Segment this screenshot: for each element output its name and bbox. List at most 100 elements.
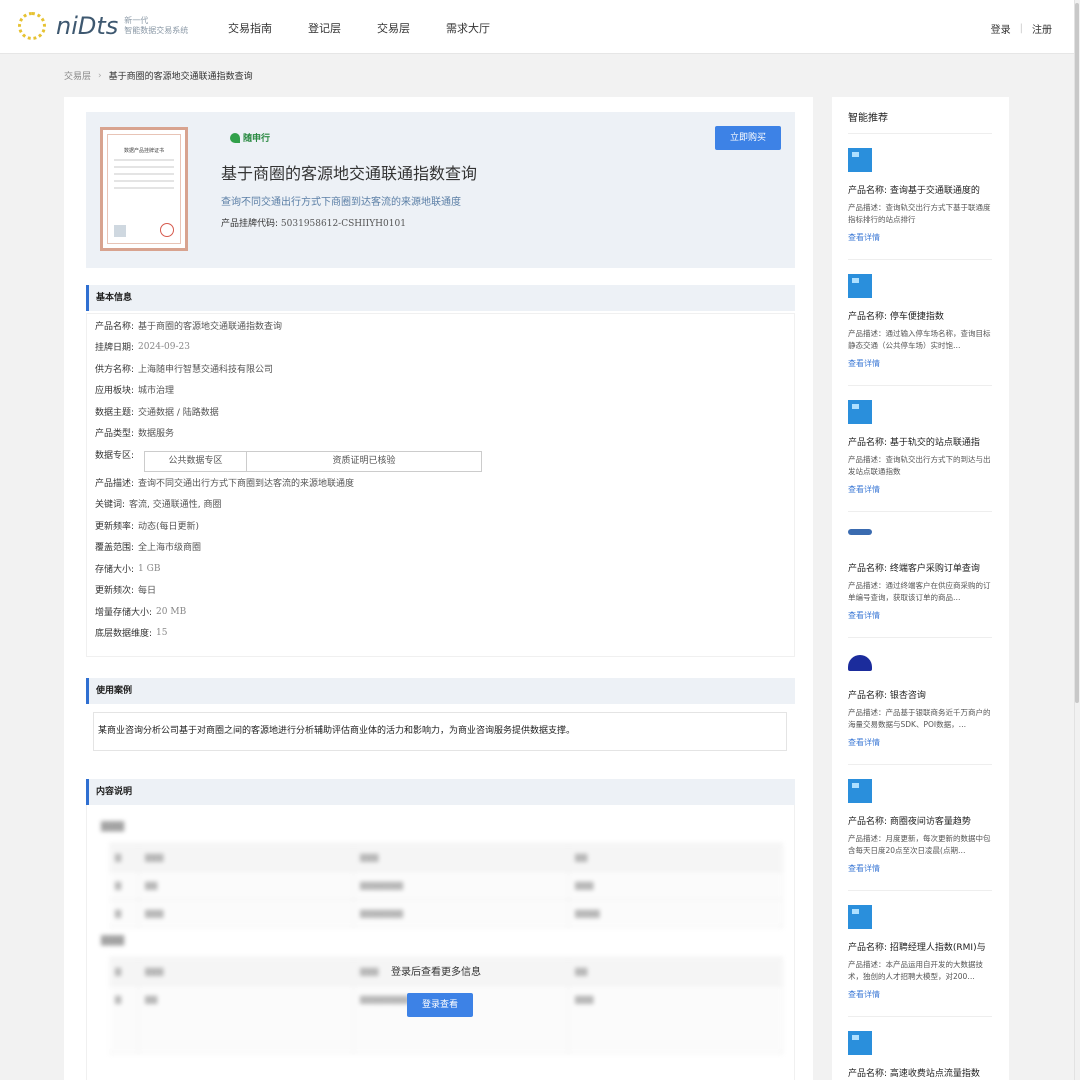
top-navbar: niDts 新一代 智能数据交易系统 交易指南 登记层 交易层 需求大厅 登录 …	[0, 0, 1074, 54]
product-code-label: 产品挂牌代码:	[221, 219, 279, 229]
certificate-line	[114, 187, 174, 189]
basic-info-panel: 产品名称: 基于商圈的客源地交通联通指数查询 挂牌日期: 2024-09-23 供方…	[86, 313, 795, 657]
register-link[interactable]: 注册	[1032, 21, 1052, 36]
recommendation-item[interactable]: 产品名称: 终端客户采购订单查询 产品描述：通过终端客户在供应商采购的订单编号查…	[848, 526, 992, 621]
view-details-link[interactable]: 查看详情	[848, 863, 992, 874]
chevron-right-icon: ›	[98, 70, 102, 81]
logo-mark-icon	[18, 12, 46, 40]
view-details-link[interactable]: 查看详情	[848, 232, 992, 243]
recommendation-desc: 产品描述：产品基于银联商务近千万商户的海量交易数据与SDK、POI数据，…	[848, 708, 991, 729]
buy-now-button[interactable]: 立即购买	[715, 126, 781, 150]
logo-sub-line1: 新一代	[124, 16, 149, 25]
blurred-cell: ▇	[109, 900, 139, 927]
product-thumbnail-icon	[848, 779, 872, 803]
info-row-zone: 数据专区:	[95, 448, 134, 461]
nav-item-demand[interactable]: 需求大厅	[446, 20, 490, 36]
product-hero: 数据产品挂牌证书 随申行 基于商圈的客源地交通联通指数查询 查询不同交通出行方式…	[86, 112, 795, 268]
sidebar-divider	[848, 259, 992, 260]
info-row-keywords: 关键词: 客流, 交通联通性, 商圈	[95, 497, 222, 510]
recommendation-item[interactable]: 产品名称: 招聘经理人指数(RMI)与 产品描述：本产品运用自开发的大数据技术，…	[848, 905, 992, 1000]
blurred-cell: ▇▇▇	[139, 958, 354, 985]
login-to-view-button[interactable]: 登录查看	[407, 993, 473, 1017]
info-label: 挂牌日期:	[95, 343, 135, 353]
zone-tag-verified: 资质证明已核验	[332, 456, 396, 466]
info-row-incremental-size: 增量存储大小: 20 MB	[95, 605, 186, 619]
recommendation-item[interactable]: 产品名称: 高速收费站点流量指数	[848, 1031, 992, 1079]
blurred-cell: ▇	[109, 844, 139, 871]
recommendation-name: 产品名称: 停车便捷指数	[848, 312, 944, 322]
sidebar-divider	[848, 764, 992, 765]
recommendation-name: 产品名称: 高速收费站点流量指数	[848, 1069, 980, 1079]
view-details-link[interactable]: 查看详情	[848, 484, 992, 495]
recommendation-desc: 产品描述：本产品运用自开发的大数据技术，独创的人才招聘大模型，对200…	[848, 960, 983, 981]
view-details-link[interactable]: 查看详情	[848, 358, 992, 369]
info-value: 2024-09-23	[138, 341, 190, 352]
blurred-row: ▇ ▇▇ ▇▇▇▇▇▇▇ ▇▇▇	[109, 872, 783, 900]
info-label: 产品名称:	[95, 322, 135, 332]
content-heading: 内容说明	[86, 779, 795, 805]
sidebar-divider	[848, 385, 992, 386]
auth-links: 登录 | 注册	[991, 21, 1052, 36]
info-row-type: 产品类型: 数据服务	[95, 426, 174, 439]
nav-item-trading[interactable]: 交易层	[377, 20, 410, 36]
info-row-update-frequency: 更新频率: 动态(每日更新)	[95, 519, 199, 532]
recommendation-name: 产品名称: 查询基于交通联通度的	[848, 186, 980, 196]
info-value: 客流, 交通联通性, 商圈	[129, 500, 222, 510]
brand-logo-icon	[230, 132, 240, 143]
login-link[interactable]: 登录	[991, 21, 1011, 36]
nav-item-registration[interactable]: 登记层	[308, 20, 341, 36]
info-value: 动态(每日更新)	[138, 522, 200, 532]
blurred-label: ▇▇▇	[101, 935, 125, 946]
basic-info-heading: 基本信息	[86, 285, 795, 311]
product-thumbnail-icon	[848, 905, 872, 929]
scrollbar-thumb[interactable]	[1075, 3, 1079, 703]
ginkgo-leaf-icon	[848, 653, 872, 677]
info-label: 产品描述:	[95, 479, 135, 489]
certificate-line	[114, 173, 174, 175]
certificate-image[interactable]: 数据产品挂牌证书	[100, 127, 188, 251]
info-value: 上海随申行智慧交通科技有限公司	[138, 365, 274, 375]
recommendation-name: 产品名称: 招聘经理人指数(RMI)与	[848, 943, 986, 953]
data-zone-tags: 公共数据专区 资质证明已核验	[144, 451, 482, 472]
certificate-title: 数据产品挂牌证书	[123, 148, 164, 154]
recommendation-item[interactable]: 产品名称: 停车便捷指数 产品描述：通过输入停车场名称，查询目标静态交通（公共停…	[848, 274, 992, 369]
product-code: 产品挂牌代码: 5031958612-CSHIIYH0101	[221, 216, 406, 229]
breadcrumb-current: 基于商圈的客源地交通联通指数查询	[108, 72, 253, 82]
info-row-update-times: 更新频次: 每日	[95, 583, 156, 596]
provider-brand: 随申行	[230, 131, 270, 144]
info-label: 产品类型:	[95, 429, 135, 439]
info-label: 更新频次:	[95, 586, 135, 596]
view-details-link[interactable]: 查看详情	[848, 610, 992, 621]
recommendation-item[interactable]: 产品名称: 银杏咨询 产品描述：产品基于银联商务近千万商户的海量交易数据与SDK…	[848, 653, 992, 748]
recommendation-item[interactable]: 产品名称: 基于轨交的站点联通指 产品描述：查询轨交出行方式下的到达与出发站点联…	[848, 400, 992, 495]
view-details-link[interactable]: 查看详情	[848, 989, 992, 1000]
breadcrumb-parent[interactable]: 交易层	[64, 69, 91, 82]
use-case-heading: 使用案例	[86, 678, 795, 704]
product-thumbnail-icon	[848, 1031, 872, 1055]
sidebar-divider	[848, 637, 992, 638]
sidebar-divider	[848, 1016, 992, 1017]
main-nav: 交易指南 登记层 交易层 需求大厅	[228, 20, 526, 36]
site-logo[interactable]: niDts 新一代 智能数据交易系统	[18, 12, 188, 40]
certificate-line	[114, 180, 174, 182]
view-details-link[interactable]: 查看详情	[848, 737, 992, 748]
blurred-cell: ▇▇▇▇▇▇▇	[354, 900, 569, 927]
info-value: 15	[156, 627, 168, 638]
info-row-listing-date: 挂牌日期: 2024-09-23	[95, 340, 190, 354]
info-label: 更新频率:	[95, 522, 135, 532]
nav-item-guide[interactable]: 交易指南	[228, 20, 272, 36]
info-label: 数据专区:	[95, 451, 135, 461]
info-row-dimensions: 底层数据维度: 15	[95, 626, 168, 640]
info-value: 每日	[138, 586, 157, 596]
recommendation-name: 产品名称: 银杏咨询	[848, 691, 926, 701]
recommendation-item[interactable]: 产品名称: 商圈夜间访客量趋势 产品描述：月度更新，每次更新的数据中包含每天日度…	[848, 779, 992, 874]
info-value: 查询不同交通出行方式下商圈到达客流的来源地联通度	[138, 479, 355, 489]
blurred-cell: ▇▇▇	[569, 986, 783, 1053]
info-label: 关键词:	[95, 500, 126, 510]
page-scrollbar[interactable]	[1074, 0, 1080, 1080]
recommendation-item[interactable]: 产品名称: 查询基于交通联通度的 产品描述：查询轨交出行方式下基于联通度指标排行…	[848, 148, 992, 243]
certificate-line	[114, 159, 174, 161]
recommendation-name: 产品名称: 商圈夜间访客量趋势	[848, 817, 971, 827]
blurred-cell: ▇▇▇	[139, 900, 354, 927]
sidebar-divider	[848, 133, 992, 134]
